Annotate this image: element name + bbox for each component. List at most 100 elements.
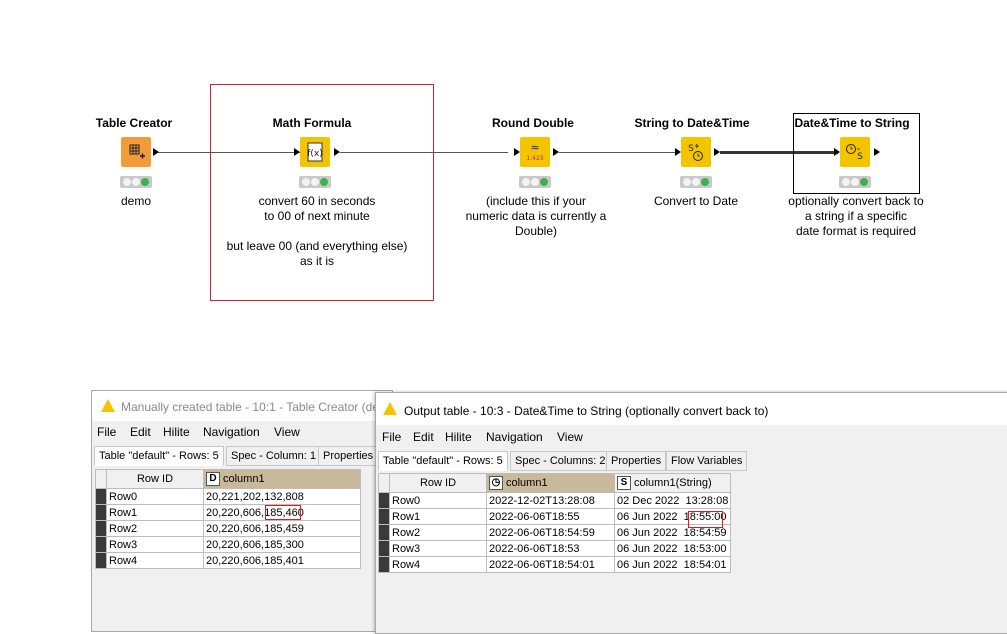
header-column2-label: column1(String)	[634, 476, 712, 489]
value-cell: 06 Jun 2022 18:54:01	[613, 556, 732, 573]
math-formula-icon[interactable]: f(x)	[300, 137, 330, 167]
header-row-id[interactable]: Row ID	[106, 469, 204, 489]
window-title: Manually created table - 10:1 - Table Cr…	[121, 400, 379, 414]
status-traffic-light	[519, 176, 551, 188]
menu-navigation[interactable]: Navigation	[486, 430, 543, 444]
label-line: convert 60 in seconds	[258, 194, 376, 208]
table-row[interactable]: Row2 20,220,606,185,459	[95, 520, 361, 537]
row-marker	[378, 524, 390, 541]
table-row[interactable]: Row0 2022-12-02T13:28:08 02 Dec 2022 13:28…	[378, 492, 732, 509]
node-title-math-formula: Math Formula	[272, 116, 352, 130]
header-column1-label: column1	[223, 472, 265, 485]
node-label-string-to-datetime[interactable]: Convert to Date	[636, 194, 756, 209]
output-port[interactable]	[334, 148, 340, 156]
data-table: Row ID ◷ column1 Scolumn1(String) Row0 202…	[378, 473, 732, 573]
row-id-cell: Row0	[389, 492, 487, 509]
menu-file[interactable]: File	[97, 425, 116, 439]
row-id-cell: Row3	[389, 540, 487, 557]
row-id-cell: Row4	[106, 552, 204, 569]
menu-navigation[interactable]: Navigation	[203, 425, 260, 439]
tab-table[interactable]: Table "default" - Rows: 5	[94, 446, 224, 466]
table-row[interactable]: Row4 20,220,606,185,401	[95, 552, 361, 569]
node-label-round-double[interactable]: (include this if your numeric data is cu…	[455, 194, 617, 239]
output-port[interactable]	[553, 148, 559, 156]
svg-text:f(x): f(x)	[307, 149, 323, 159]
tab-properties[interactable]: Properties	[606, 451, 667, 471]
status-traffic-light	[299, 176, 331, 188]
round-double-icon-text: 1.423	[526, 155, 543, 162]
status-traffic-light	[680, 176, 712, 188]
menu-bar: File Edit Hilite Navigation View	[92, 422, 392, 442]
node-label-table-creator[interactable]: demo	[96, 194, 176, 209]
node-title-string-to-datetime: String to Date&Time	[634, 116, 750, 130]
row-id-cell: Row1	[389, 508, 487, 525]
output-port[interactable]	[874, 148, 880, 156]
label-line: as it is	[299, 254, 334, 268]
header-column1[interactable]: ◷ column1	[486, 473, 615, 493]
menu-edit[interactable]: Edit	[130, 425, 151, 439]
output-port[interactable]	[714, 148, 720, 156]
value-cell: 2022-06-06T18:54:01	[486, 556, 615, 573]
label-line: (include this if your	[485, 194, 587, 208]
value-cell: 20,220,606,185,401	[203, 552, 361, 569]
data-table: Row ID Dcolumn1 Row0 20,221,202,132,808 R…	[95, 469, 361, 569]
row-marker	[378, 508, 390, 525]
menu-hilite[interactable]: Hilite	[445, 430, 472, 444]
menu-view[interactable]: View	[274, 425, 300, 439]
value-cell: 2022-06-06T18:54:59	[486, 524, 615, 541]
output-table-window[interactable]: Output table - 10:3 - Date&Time to Strin…	[375, 392, 1007, 634]
output-port[interactable]	[153, 148, 159, 156]
round-double-icon[interactable]: ≈1.423	[520, 137, 550, 167]
value-cell: 20,221,202,132,808	[203, 488, 361, 505]
row-marker	[95, 504, 107, 521]
table-creator-output-window[interactable]: Manually created table - 10:1 - Table Cr…	[91, 390, 393, 632]
table-row[interactable]: Row1 20,220,606,185,460	[95, 504, 361, 521]
table-header-row: Row ID Dcolumn1	[95, 469, 361, 489]
menu-view[interactable]: View	[557, 430, 583, 444]
tab-bar: Table "default" - Rows: 5 Spec - Column:…	[92, 446, 392, 466]
svg-text:S: S	[857, 152, 863, 162]
header-row-id[interactable]: Row ID	[389, 473, 487, 493]
status-traffic-light	[120, 176, 152, 188]
table-row[interactable]: Row1 2022-06-06T18:55 06 Jun 2022 18:55:00	[378, 508, 732, 525]
tab-spec[interactable]: Spec - Column: 1	[226, 446, 321, 466]
row-id-cell: Row2	[389, 524, 487, 541]
double-type-icon: D	[206, 472, 220, 486]
tab-flow-variables[interactable]: Flow Variables	[666, 451, 748, 471]
tab-spec[interactable]: Spec - Columns: 2	[510, 451, 611, 471]
table-creator-icon[interactable]	[121, 137, 151, 167]
row-id-cell: Row3	[106, 536, 204, 553]
row-marker-header	[378, 473, 390, 493]
string-to-datetime-icon[interactable]: S	[681, 137, 711, 167]
menu-hilite[interactable]: Hilite	[163, 425, 190, 439]
value-cell: 2022-06-06T18:55	[486, 508, 615, 525]
row-marker	[378, 492, 390, 509]
table-row[interactable]: Row3 20,220,606,185,300	[95, 536, 361, 553]
status-traffic-light	[839, 176, 871, 188]
datetime-to-string-icon[interactable]: S	[840, 137, 870, 167]
node-label-datetime-to-string[interactable]: optionally convert back to a string if a…	[780, 194, 932, 239]
connection-3	[559, 152, 675, 153]
label-line: Double)	[514, 224, 558, 238]
menu-file[interactable]: File	[382, 430, 401, 444]
table-row[interactable]: Row2 2022-06-06T18:54:59 06 Jun 2022 18:54…	[378, 524, 732, 541]
table-row[interactable]: Row3 2022-06-06T18:53 06 Jun 2022 18:53:00	[378, 540, 732, 557]
highlight-marker	[265, 505, 301, 520]
header-column1[interactable]: Dcolumn1	[203, 469, 361, 489]
label-line: date format is required	[795, 224, 917, 238]
node-label-math-formula[interactable]: convert 60 in seconds to 00 of next minu…	[212, 194, 422, 269]
table-row[interactable]: Row0 20,221,202,132,808	[95, 488, 361, 505]
node-title-datetime-to-string: Date&Time to String	[794, 116, 910, 130]
menu-edit[interactable]: Edit	[413, 430, 434, 444]
label-line: numeric data is currently a	[465, 209, 607, 223]
label-line: optionally convert back to	[788, 194, 924, 208]
label-line: to 00 of next minute	[264, 209, 370, 223]
header-column1-string[interactable]: Scolumn1(String)	[613, 473, 732, 493]
svg-text:S: S	[688, 144, 694, 154]
tab-properties[interactable]: Properties	[318, 446, 379, 466]
header-column1-label: column1	[506, 476, 548, 489]
row-id-cell: Row2	[106, 520, 204, 537]
tab-table[interactable]: Table "default" - Rows: 5	[378, 451, 508, 471]
table-row[interactable]: Row4 2022-06-06T18:54:01 06 Jun 2022 18:54…	[378, 556, 732, 573]
row-marker	[95, 552, 107, 569]
